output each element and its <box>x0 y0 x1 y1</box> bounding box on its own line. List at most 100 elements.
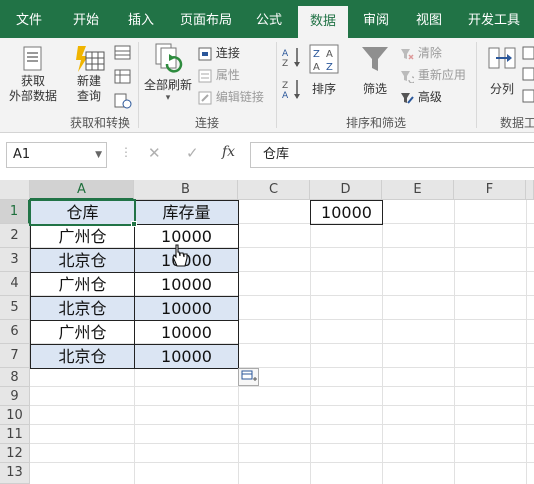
row-header-4[interactable]: 4 <box>0 272 30 296</box>
row-header-6[interactable]: 6 <box>0 320 30 344</box>
row-header-8[interactable]: 8 <box>0 368 30 387</box>
column-header-g[interactable] <box>526 180 534 200</box>
column-header-f[interactable]: F <box>454 180 526 200</box>
cell-a2[interactable]: 广州仓 <box>30 224 135 249</box>
data-tools-more-icons[interactable] <box>522 46 534 106</box>
advanced-filter-icon <box>401 92 414 104</box>
column-header-d[interactable]: D <box>310 180 382 200</box>
tab-file[interactable]: 文件 <box>4 0 54 38</box>
group-get-transform-label: 获取和转换 <box>69 116 130 130</box>
column-header-a[interactable]: A <box>30 180 134 200</box>
tab-data[interactable]: 数据 <box>298 6 348 38</box>
formula-bar-grip-icon[interactable]: ⋮ <box>120 145 132 159</box>
select-all-corner[interactable] <box>0 180 30 200</box>
column-header-e[interactable]: E <box>382 180 454 200</box>
ribbon-tab-bar: 文件 开始 插入 页面布局 公式 数据 审阅 视图 开发工具 <box>0 0 534 38</box>
ribbon: 获取 外部数据 新建 查询 获取和转换 全部刷新 ▾ 连接 属性 编辑链接 连接… <box>0 38 534 133</box>
cell-b7[interactable]: 10000 <box>134 344 239 369</box>
properties-button[interactable]: 属性 <box>198 65 240 85</box>
row-header-13[interactable]: 13 <box>0 463 30 484</box>
group-separator <box>138 42 139 128</box>
row-header-9[interactable]: 9 <box>0 387 30 406</box>
tab-developer[interactable]: 开发工具 <box>460 0 528 38</box>
row-header-5[interactable]: 5 <box>0 296 30 320</box>
row-header-3[interactable]: 3 <box>0 248 30 272</box>
connections-button[interactable]: 连接 <box>198 43 240 63</box>
cell-b1[interactable]: 库存量 <box>134 200 239 225</box>
row-header-7[interactable]: 7 <box>0 344 30 368</box>
clear-label: 清除 <box>417 46 442 60</box>
svg-text:A: A <box>313 62 320 73</box>
name-box[interactable]: A1 ▼ <box>6 142 107 168</box>
sort-button[interactable]: Z A A Z 排序 <box>306 44 342 104</box>
advanced-filter-button[interactable]: 高级 <box>400 87 442 107</box>
cell-a3[interactable]: 北京仓 <box>30 248 135 273</box>
sort-icon: Z A A Z <box>309 44 339 74</box>
cell-a4[interactable]: 广州仓 <box>30 272 135 297</box>
tab-home[interactable]: 开始 <box>60 0 112 38</box>
get-external-data-label: 获取 外部数据 <box>8 74 57 103</box>
tab-review[interactable]: 审阅 <box>352 0 400 38</box>
cell-d1[interactable]: 10000 <box>310 200 383 225</box>
edit-links-button[interactable]: 编辑链接 <box>198 87 264 107</box>
refresh-all-button[interactable]: 全部刷新 ▾ <box>142 42 194 112</box>
paste-options-button[interactable] <box>238 368 259 386</box>
tab-insert[interactable]: 插入 <box>116 0 166 38</box>
group-data-tools-label: 数据工 <box>500 116 534 130</box>
new-query-button[interactable]: 新建 查询 <box>66 42 112 112</box>
insert-function-button[interactable]: fx <box>222 144 235 160</box>
svg-text:A: A <box>282 49 289 59</box>
name-box-dropdown-icon[interactable]: ▼ <box>95 143 102 167</box>
formula-content: 仓库 <box>263 147 290 162</box>
properties-label: 属性 <box>215 68 240 82</box>
advanced-label: 高级 <box>417 90 442 104</box>
row-header-10[interactable]: 10 <box>0 406 30 425</box>
worksheet-grid: A B C D E F 1 2 3 4 5 6 7 8 9 10 11 12 1… <box>0 180 534 484</box>
get-external-data-button[interactable]: 获取 外部数据 <box>2 42 64 112</box>
tab-view[interactable]: 视图 <box>404 0 454 38</box>
svg-text:A: A <box>282 91 289 101</box>
tab-formulas[interactable]: 公式 <box>246 0 292 38</box>
properties-icon <box>198 69 212 82</box>
svg-text:Z: Z <box>326 62 333 73</box>
cell-b6[interactable]: 10000 <box>134 320 239 345</box>
clear-filter-button[interactable]: 清除 <box>400 43 442 63</box>
row-header-12[interactable]: 12 <box>0 444 30 463</box>
refresh-icon <box>155 43 183 73</box>
cell-b4[interactable]: 10000 <box>134 272 239 297</box>
edit-links-label: 编辑链接 <box>215 90 264 104</box>
paste-options-icon <box>241 370 257 381</box>
query-options-icons[interactable] <box>114 44 132 110</box>
external-data-icon <box>23 46 42 71</box>
cell-a7[interactable]: 北京仓 <box>30 344 135 369</box>
filter-button[interactable]: 筛选 <box>352 44 398 104</box>
svg-text:Z: Z <box>313 49 320 60</box>
svg-text:A: A <box>326 49 333 60</box>
active-cell-border <box>29 199 136 226</box>
cell-a6[interactable]: 广州仓 <box>30 320 135 345</box>
cancel-icon[interactable]: ✕ <box>148 144 161 162</box>
sort-asc-desc-icons[interactable]: A Z Z A <box>282 46 304 106</box>
row-header-11[interactable]: 11 <box>0 425 30 444</box>
fill-handle[interactable] <box>131 221 137 227</box>
tab-page-layout[interactable]: 页面布局 <box>172 0 240 38</box>
connections-label: 连接 <box>215 46 240 60</box>
text-to-columns-button[interactable]: 分列 <box>484 44 520 104</box>
cell-b5[interactable]: 10000 <box>134 296 239 321</box>
cell-a5[interactable]: 北京仓 <box>30 296 135 321</box>
column-header-c[interactable]: C <box>238 180 310 200</box>
filter-icon <box>362 47 388 71</box>
row-header-2[interactable]: 2 <box>0 224 30 248</box>
formula-bar: A1 ▼ ⋮ ✕ ✓ fx 仓库 <box>0 133 534 180</box>
reapply-button[interactable]: 重新应用 <box>400 65 466 85</box>
new-query-label: 新建 查询 <box>76 74 101 103</box>
sort-label: 排序 <box>311 82 336 96</box>
name-box-value: A1 <box>13 147 31 162</box>
row-header-1[interactable]: 1 <box>0 200 30 224</box>
formula-input[interactable]: 仓库 <box>250 142 534 168</box>
text-to-columns-icon <box>488 47 516 69</box>
refresh-dropdown-icon[interactable]: ▾ <box>142 93 194 103</box>
column-header-b[interactable]: B <box>134 180 238 200</box>
group-sort-filter-label: 排序和筛选 <box>345 116 406 130</box>
enter-check-icon[interactable]: ✓ <box>186 144 199 162</box>
